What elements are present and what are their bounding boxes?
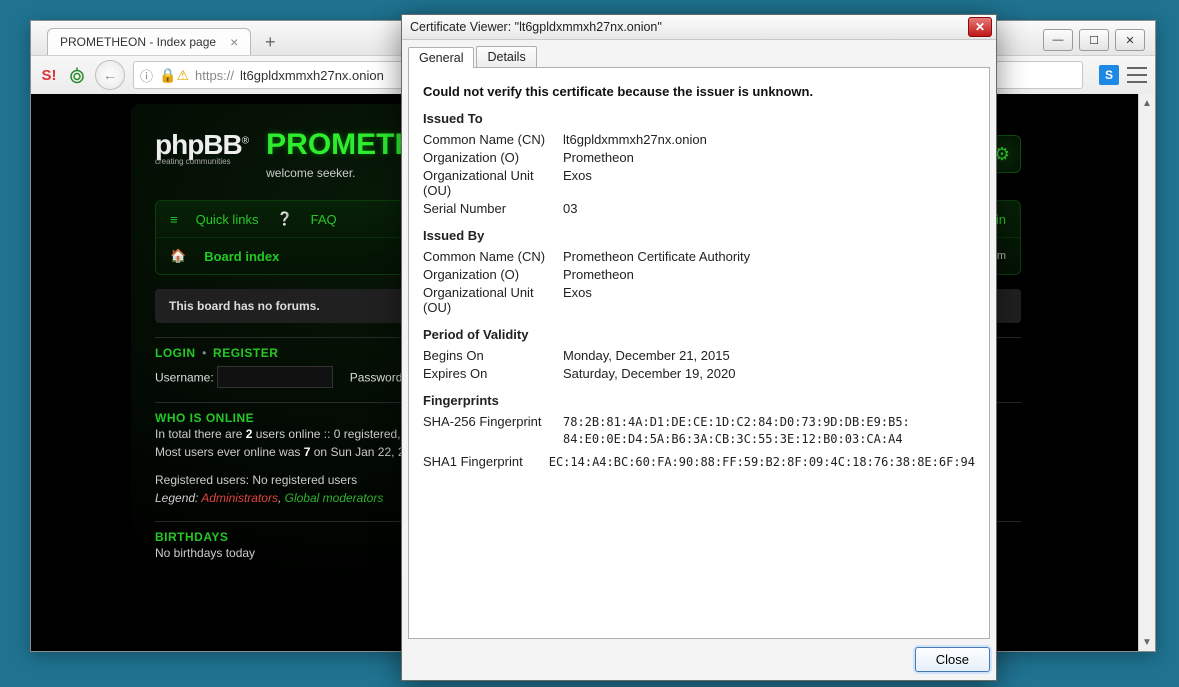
dialog-titlebar[interactable]: Certificate Viewer: "lt6gpldxmmxh27nx.on… — [402, 15, 996, 40]
url-scheme: https:// — [195, 68, 234, 83]
faq-link[interactable]: FAQ — [311, 212, 337, 227]
board-index-link[interactable]: Board index — [204, 249, 279, 264]
issued-to-heading: Issued To — [423, 111, 975, 126]
label-cn: Common Name (CN) — [423, 132, 563, 147]
window-minimize-button[interactable]: — — [1043, 29, 1073, 51]
phpbb-logo: phpBB® — [155, 129, 248, 160]
sha256-fingerprint: 78:2B:81:4A:D1:DE:CE:1D:C2:84:D0:73:9D:D… — [563, 414, 975, 448]
scrollbar[interactable]: ▲ ▼ — [1138, 94, 1155, 651]
username-label: Username: — [155, 371, 214, 385]
certificate-body: Could not verify this certificate becaus… — [408, 67, 990, 639]
onion-icon[interactable] — [67, 65, 87, 85]
label-begins: Begins On — [423, 348, 563, 363]
close-icon[interactable]: × — [230, 34, 238, 50]
browser-tab[interactable]: PROMETHEON - Index page × — [47, 28, 251, 55]
issued-by-ou: Exos — [563, 285, 975, 315]
dialog-title: Certificate Viewer: "lt6gpldxmmxh27nx.on… — [410, 20, 662, 34]
hamburger-icon[interactable]: ≡ — [170, 212, 178, 227]
issued-to-ou: Exos — [563, 168, 975, 198]
legend-mods[interactable]: Global moderators — [285, 491, 384, 505]
issued-to-cn: lt6gpldxmmxh27nx.onion — [563, 132, 975, 147]
issued-to-serial: 03 — [563, 201, 975, 216]
close-button[interactable]: Close — [915, 647, 990, 672]
quick-links[interactable]: Quick links — [196, 212, 259, 227]
lock-warning-icon: 🔒⚠ — [159, 67, 189, 84]
label-ou: Organizational Unit (OU) — [423, 168, 563, 198]
help-icon: ❔ — [276, 211, 292, 227]
new-tab-button[interactable]: + — [259, 31, 281, 53]
register-heading[interactable]: REGISTER — [213, 346, 278, 360]
issued-by-cn: Prometheon Certificate Authority — [563, 249, 975, 264]
legend-admins[interactable]: Administrators — [201, 491, 278, 505]
registered-users: Registered users: No registered users — [155, 473, 357, 487]
validity-heading: Period of Validity — [423, 327, 975, 342]
login-heading: LOGIN — [155, 346, 196, 360]
label-serial: Serial Number — [423, 201, 563, 216]
issued-by-o: Prometheon — [563, 267, 975, 282]
scroll-up-icon[interactable]: ▲ — [1139, 94, 1155, 112]
window-maximize-button[interactable]: ☐ — [1079, 29, 1109, 51]
url-host: lt6gpldxmmxh27nx.onion — [240, 68, 384, 83]
validity-begins: Monday, December 21, 2015 — [563, 348, 975, 363]
label-o: Organization (O) — [423, 150, 563, 165]
legend-label: Legend: — [155, 491, 201, 505]
extension-s-icon[interactable]: S — [1099, 65, 1119, 85]
window-close-button[interactable]: ✕ — [1115, 29, 1145, 51]
label-sha1: SHA1 Fingerprint — [423, 454, 549, 471]
certificate-dialog: Certificate Viewer: "lt6gpldxmmxh27nx.on… — [401, 14, 997, 681]
home-icon: 🏠 — [170, 248, 186, 264]
tab-details[interactable]: Details — [476, 46, 536, 67]
tab-title: PROMETHEON - Index page — [60, 35, 216, 49]
scroll-down-icon[interactable]: ▼ — [1139, 633, 1155, 651]
tab-general[interactable]: General — [408, 47, 474, 68]
extension-icon[interactable]: S! — [39, 65, 59, 85]
username-input[interactable] — [217, 366, 333, 388]
sha1-fingerprint: EC:14:A4:BC:60:FA:90:88:FF:59:B2:8F:09:4… — [549, 454, 975, 471]
label-sha256: SHA-256 Fingerprint — [423, 414, 563, 448]
validity-expires: Saturday, December 19, 2020 — [563, 366, 975, 381]
info-icon: ⓘ — [140, 66, 153, 85]
cert-warning: Could not verify this certificate becaus… — [423, 84, 975, 99]
issued-by-heading: Issued By — [423, 228, 975, 243]
issued-to-o: Prometheon — [563, 150, 975, 165]
back-button[interactable]: ← — [95, 60, 125, 90]
dialog-close-button[interactable]: ✕ — [968, 17, 992, 37]
label-expires: Expires On — [423, 366, 563, 381]
fingerprints-heading: Fingerprints — [423, 393, 975, 408]
menu-icon[interactable] — [1127, 67, 1147, 83]
password-label: Password: — [350, 371, 406, 385]
